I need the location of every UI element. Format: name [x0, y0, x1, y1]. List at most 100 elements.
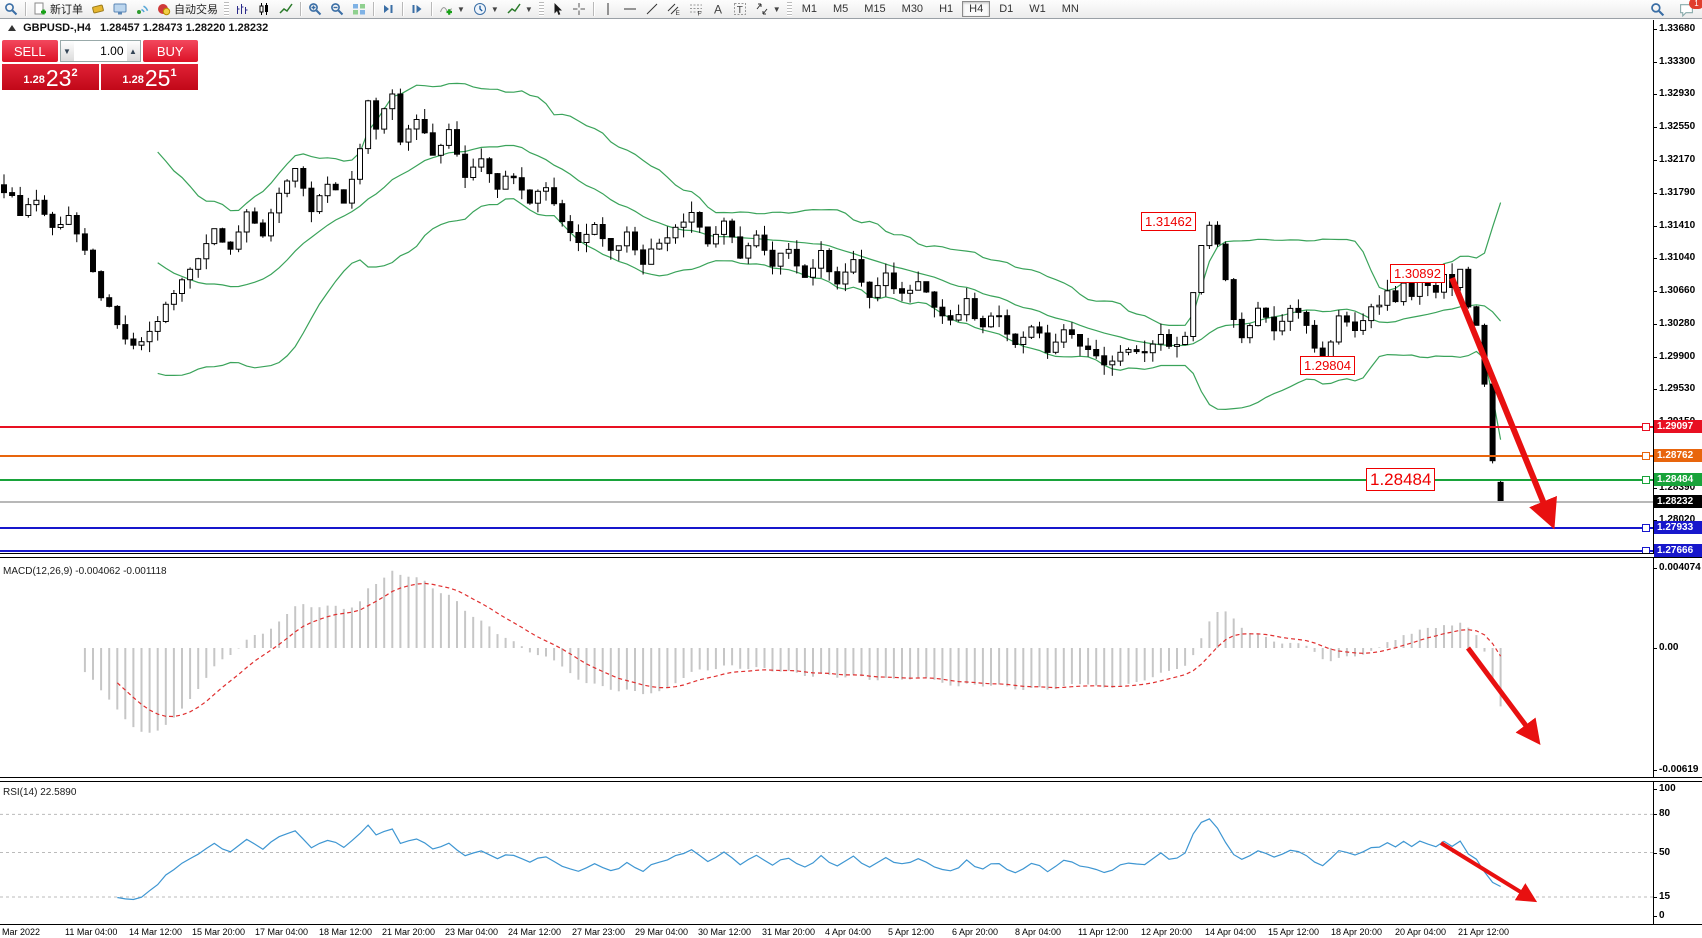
time-label: 31 Mar 20:00 [762, 927, 815, 937]
sell-button[interactable]: SELL [2, 40, 58, 62]
horizontal-line-1.27933[interactable] [0, 527, 1653, 529]
indicators-icon [439, 2, 453, 16]
price-callout[interactable]: 1.29804 [1300, 356, 1355, 375]
rsi-line [117, 819, 1500, 900]
timeframe-H4[interactable]: H4 [962, 1, 990, 17]
sell-quote[interactable]: 1.28 23 2 [2, 64, 99, 90]
timeframe-D1[interactable]: D1 [992, 1, 1020, 17]
price-tick: 1.33300 [1659, 56, 1695, 67]
horizontal-line-1.29097[interactable] [0, 426, 1653, 428]
symbol-triangle-icon [8, 25, 16, 31]
horizontal-line-tool[interactable] [619, 1, 641, 17]
cursor-tool[interactable] [546, 1, 568, 17]
time-label: 11 Apr 12:00 [1078, 927, 1128, 937]
auto-scroll-icon[interactable] [377, 1, 399, 17]
price-callout[interactable]: 1.30892 [1390, 264, 1445, 283]
search-icon[interactable] [0, 1, 22, 17]
candlestick-chart-icon[interactable] [253, 1, 275, 17]
autotrade-button[interactable]: 自动交易 [153, 1, 222, 17]
sell-price-small: 1.28 [23, 74, 44, 86]
arrows-tool[interactable]: ▼ [751, 1, 785, 17]
volume-down-button[interactable]: ▼ [61, 41, 74, 61]
horizontal-line-1.28762[interactable] [0, 455, 1653, 457]
trendline-tool[interactable] [641, 1, 663, 17]
buy-button[interactable]: BUY [143, 40, 199, 62]
buy-price-sup: 1 [170, 67, 176, 79]
mt4-window: E F A T 新订单 自动交易 ▼ ▼ ▼ [0, 0, 1702, 938]
pane-separator[interactable] [0, 777, 1702, 782]
pane-separator[interactable] [0, 553, 1702, 558]
rsi-pane[interactable] [0, 781, 1653, 924]
macd-tick: -0.00619 [1659, 764, 1698, 775]
horizontal-line-1.28232[interactable] [0, 501, 1653, 503]
rsi-tick: 80 [1659, 808, 1670, 819]
rsi-tick: 50 [1659, 847, 1670, 858]
line-chart-icon[interactable] [275, 1, 297, 17]
price-tick: 1.30660 [1659, 285, 1695, 296]
timeframe-W1[interactable]: W1 [1022, 1, 1053, 17]
line-anchor[interactable] [1642, 476, 1650, 484]
time-label: 27 Mar 23:00 [572, 927, 625, 937]
time-label: 14 Apr 04:00 [1205, 927, 1256, 937]
equidistant-channel-tool[interactable] [663, 1, 685, 17]
rsi-tick: 0 [1659, 910, 1665, 921]
time-label: 4 Apr 04:00 [825, 927, 871, 937]
buy-quote[interactable]: 1.28 25 1 [101, 64, 198, 90]
time-label: 23 Mar 04:00 [445, 927, 498, 937]
autotrade-icon [157, 2, 171, 16]
price-badge: 1.27666 [1654, 544, 1702, 557]
crosshair-tool[interactable] [568, 1, 590, 17]
timeframe-H1[interactable]: H1 [932, 1, 960, 17]
zoom-in-icon[interactable] [304, 1, 326, 17]
price-tick: 1.32550 [1659, 121, 1695, 132]
tile-windows-icon[interactable] [348, 1, 370, 17]
new-order-button[interactable]: 新订单 [29, 1, 87, 17]
notifications-chat-icon[interactable]: 1 [1675, 1, 1698, 17]
time-label: 15 Apr 12:00 [1268, 927, 1319, 937]
buy-price-big: 25 [145, 67, 171, 89]
chart-shift-icon[interactable] [406, 1, 428, 17]
profiles-icon[interactable] [87, 1, 109, 17]
line-anchor[interactable] [1642, 452, 1650, 460]
macd-header: MACD(12,26,9) -0.004062 -0.001118 [3, 566, 167, 577]
indicators-button[interactable]: ▼ [435, 1, 469, 17]
rsi-header: RSI(14) 22.5890 [3, 787, 76, 798]
bollinger-upper [158, 83, 1501, 325]
time-label: 8 Apr 04:00 [1015, 927, 1061, 937]
volume-stepper: ▼ ▲ [60, 40, 141, 62]
text-label-tool[interactable] [729, 1, 751, 17]
horizontal-line-1.27666[interactable] [0, 550, 1653, 552]
sell-price-big: 23 [46, 67, 72, 89]
timeframe-M5[interactable]: M5 [826, 1, 855, 17]
timeframe-bar: M1M5M15M30H1H4D1W1MN [794, 1, 1087, 17]
bar-chart-icon[interactable] [231, 1, 253, 17]
templates-icon [507, 2, 521, 16]
vertical-line-tool[interactable] [597, 1, 619, 17]
price-callout[interactable]: 1.28484 [1366, 468, 1435, 491]
price-tick: 1.31790 [1659, 187, 1695, 198]
price-tick: 1.31410 [1659, 220, 1695, 231]
templates-button[interactable]: ▼ [503, 1, 537, 17]
line-anchor[interactable] [1642, 524, 1650, 532]
text-tool[interactable] [707, 1, 729, 17]
timeframe-M15[interactable]: M15 [857, 1, 892, 17]
timeframe-M30[interactable]: M30 [895, 1, 930, 17]
volume-up-button[interactable]: ▲ [127, 41, 140, 61]
signals-icon[interactable] [131, 1, 153, 17]
volume-input[interactable] [74, 41, 127, 61]
macd-pane[interactable] [0, 557, 1653, 777]
toolbar-search-icon[interactable] [1646, 1, 1669, 17]
macd-signal-line [117, 583, 1500, 716]
fibonacci-tool[interactable] [685, 1, 707, 17]
line-anchor[interactable] [1642, 423, 1650, 431]
periods-button[interactable]: ▼ [469, 1, 503, 17]
price-badge: 1.27933 [1654, 521, 1702, 534]
price-callout[interactable]: 1.31462 [1141, 212, 1196, 231]
time-label: 14 Mar 12:00 [129, 927, 182, 937]
new-order-icon [33, 2, 47, 16]
timeframe-MN[interactable]: MN [1055, 1, 1086, 17]
market-watch-icon[interactable] [109, 1, 131, 17]
zoom-out-icon[interactable] [326, 1, 348, 17]
timeframe-M1[interactable]: M1 [795, 1, 824, 17]
clock-icon [473, 2, 487, 16]
